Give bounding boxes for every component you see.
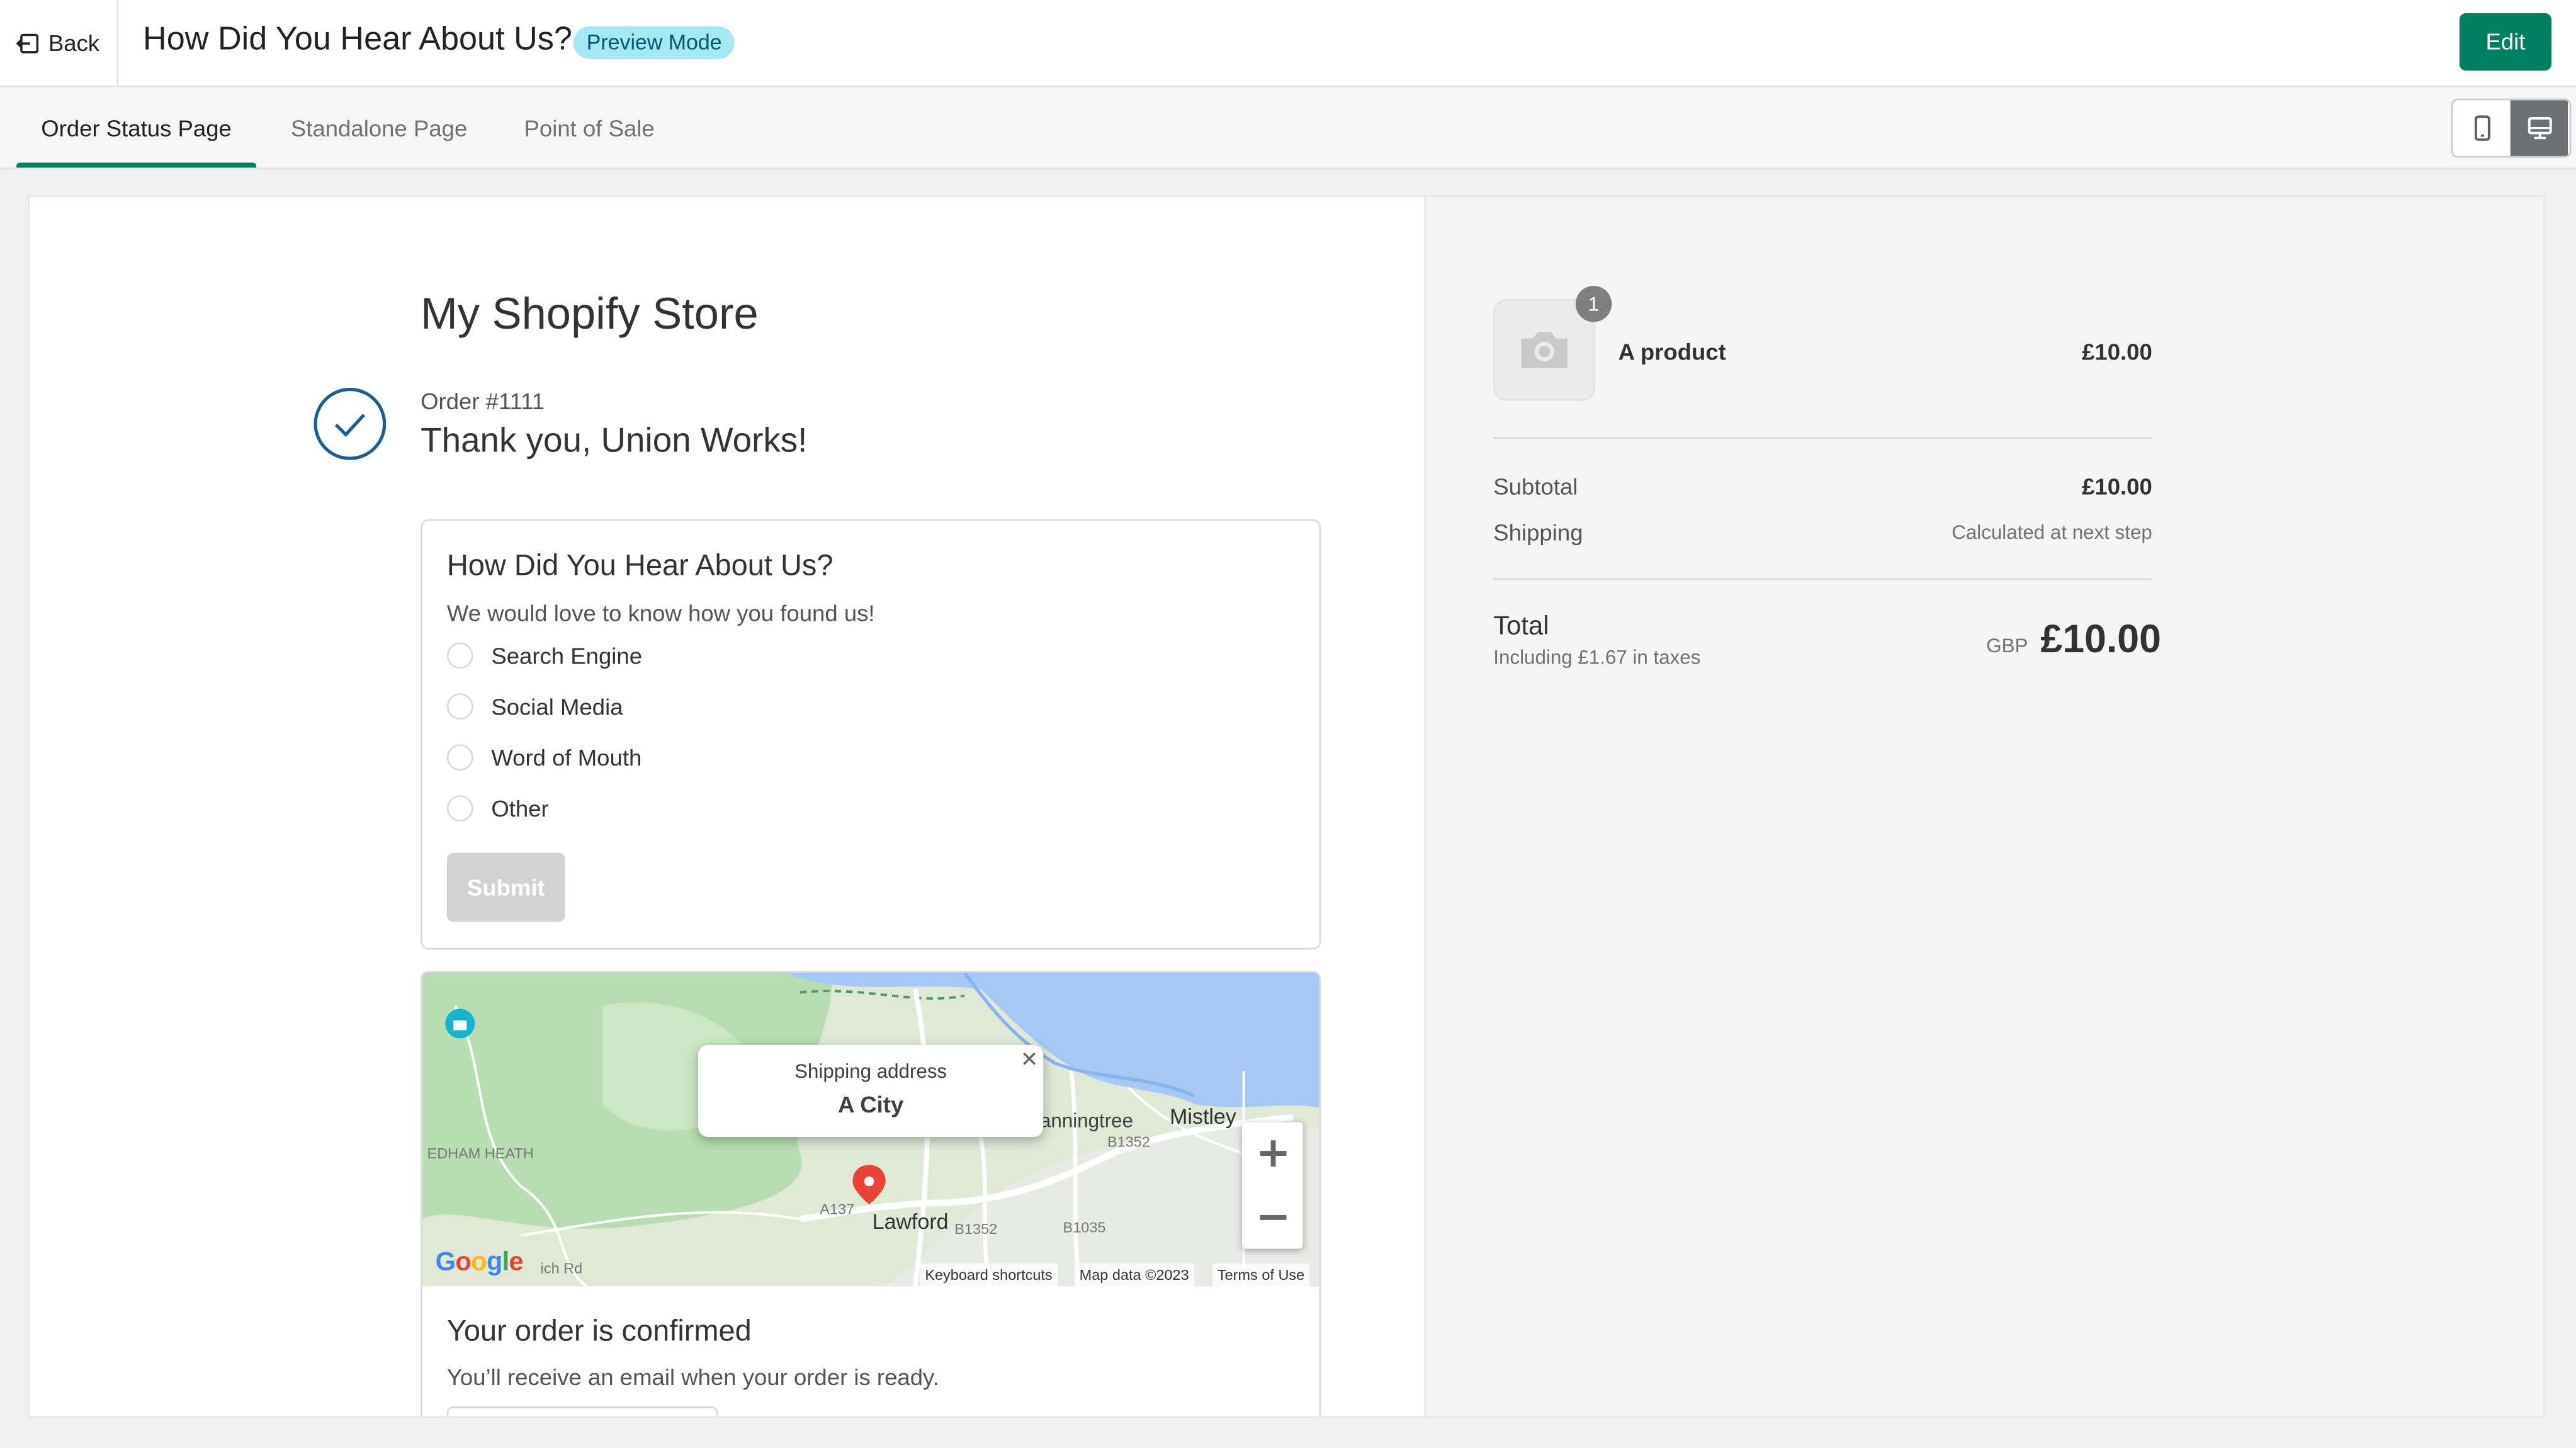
map-place-label: anningtree bbox=[1040, 1109, 1134, 1133]
zoom-in-button[interactable] bbox=[1242, 1122, 1303, 1184]
option-other[interactable]: Other bbox=[446, 792, 549, 825]
desktop-view-button[interactable] bbox=[2510, 100, 2568, 156]
map-zoom-control bbox=[1242, 1122, 1303, 1249]
map-place-label: Mistley bbox=[1170, 1104, 1236, 1129]
radio-button[interactable] bbox=[446, 795, 473, 822]
product-name: A product bbox=[1618, 338, 1726, 365]
plus-icon bbox=[1259, 1140, 1286, 1167]
option-label: Search Engine bbox=[491, 642, 643, 669]
zoom-out-button[interactable] bbox=[1242, 1186, 1303, 1248]
mobile-view-button[interactable] bbox=[2453, 100, 2510, 156]
landmark-pin-icon bbox=[445, 1009, 475, 1039]
map-place-label: Lawford bbox=[872, 1209, 949, 1234]
product-price: £10.00 bbox=[2082, 338, 2152, 365]
shipping-label: Shipping bbox=[1493, 519, 1583, 546]
exit-arrow-icon bbox=[17, 33, 40, 53]
map-info-window: Shipping address A City ✕ bbox=[698, 1044, 1044, 1137]
confirmation-subtitle: You’ll receive an email when your order … bbox=[446, 1364, 939, 1390]
back-button[interactable]: Back bbox=[0, 0, 118, 86]
info-window-label: Shipping address bbox=[794, 1060, 947, 1083]
tab-bar: Order Status Page Standalone Page Point … bbox=[0, 87, 2576, 169]
option-label: Other bbox=[491, 795, 549, 822]
map-road-label: B1035 bbox=[1063, 1219, 1106, 1236]
google-logo: Google bbox=[435, 1248, 524, 1277]
confirmation-action-button[interactable] bbox=[446, 1406, 718, 1417]
subtotal-label: Subtotal bbox=[1493, 473, 1578, 500]
page-title: How Did You Hear About Us? bbox=[143, 21, 572, 58]
edit-button[interactable]: Edit bbox=[2459, 13, 2552, 71]
survey-subtitle: We would love to know how you found us! bbox=[446, 599, 875, 626]
survey-title: How Did You Hear About Us? bbox=[446, 548, 833, 582]
divider bbox=[1493, 437, 2152, 439]
map-road-label: B1352 bbox=[1107, 1133, 1150, 1150]
shipping-map[interactable]: EDHAM HEATH anningtree Mistley Lawford A… bbox=[422, 973, 1319, 1287]
survey-card: How Did You Hear About Us? We would love… bbox=[421, 519, 1321, 950]
radio-button[interactable] bbox=[446, 744, 473, 771]
app-root: Back How Did You Hear About Us? Preview … bbox=[0, 0, 2576, 1447]
preview-mode-badge: Preview Mode bbox=[573, 26, 735, 59]
minus-icon bbox=[1259, 1214, 1286, 1220]
tab-order-status-page[interactable]: Order Status Page bbox=[16, 87, 256, 168]
total-value: £10.00 bbox=[2040, 618, 2161, 662]
desktop-icon bbox=[2527, 116, 2551, 140]
map-data-attribution: Map data ©2023 bbox=[1074, 1263, 1194, 1287]
tab-point-of-sale[interactable]: Point of Sale bbox=[524, 87, 655, 167]
total-label: Total bbox=[1493, 613, 1549, 641]
confirmation-title: Your order is confirmed bbox=[446, 1314, 752, 1348]
back-label: Back bbox=[48, 29, 100, 56]
submit-button[interactable]: Submit bbox=[446, 852, 565, 922]
option-word-of-mouth[interactable]: Word of Mouth bbox=[446, 741, 642, 774]
close-icon[interactable]: ✕ bbox=[1020, 1046, 1038, 1073]
terms-of-use-link[interactable]: Terms of Use bbox=[1212, 1263, 1310, 1287]
option-search-engine[interactable]: Search Engine bbox=[446, 639, 643, 672]
order-number: Order #1111 bbox=[421, 387, 545, 414]
radio-button[interactable] bbox=[446, 642, 473, 669]
checkout-preview: My Shopify Store Order #1111 Thank you, … bbox=[29, 197, 2543, 1417]
top-bar: Back How Did You Hear About Us? Preview … bbox=[0, 0, 2576, 88]
map-road-label: B1352 bbox=[954, 1221, 998, 1238]
radio-button[interactable] bbox=[446, 693, 473, 720]
checkmark-circle-icon bbox=[314, 387, 387, 460]
shipping-value: Calculated at next step bbox=[1952, 521, 2152, 544]
subtotal-value: £10.00 bbox=[2082, 473, 2152, 500]
option-social-media[interactable]: Social Media bbox=[446, 690, 623, 723]
quantity-badge: 1 bbox=[1575, 286, 1612, 322]
thank-you-heading: Thank you, Union Works! bbox=[421, 422, 808, 460]
keyboard-shortcuts-link[interactable]: Keyboard shortcuts bbox=[920, 1263, 1058, 1287]
confirmation-card: EDHAM HEATH anningtree Mistley Lawford A… bbox=[421, 971, 1321, 1417]
option-label: Word of Mouth bbox=[491, 744, 642, 771]
divider bbox=[1493, 578, 2152, 580]
map-road-label: ich Rd bbox=[540, 1260, 583, 1277]
camera-icon bbox=[1521, 332, 1568, 368]
option-label: Social Media bbox=[491, 693, 623, 720]
tax-note: Including £1.67 in taxes bbox=[1493, 645, 1701, 669]
store-name: My Shopify Store bbox=[421, 289, 759, 339]
view-toggle bbox=[2451, 98, 2572, 158]
currency-code: GBP bbox=[1986, 634, 2028, 657]
info-window-city: A City bbox=[838, 1090, 904, 1117]
mobile-icon bbox=[2473, 115, 2490, 141]
tab-standalone-page[interactable]: Standalone Page bbox=[291, 87, 467, 167]
map-road-label: A137 bbox=[820, 1201, 855, 1218]
map-place-label: EDHAM HEATH bbox=[427, 1145, 534, 1162]
